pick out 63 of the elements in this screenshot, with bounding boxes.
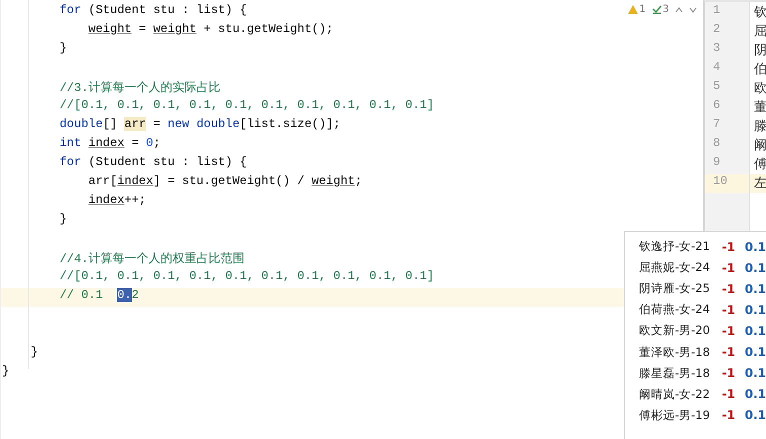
line-number: 7 bbox=[712, 117, 722, 133]
delta-value: -1 bbox=[722, 240, 736, 254]
code-line: index++; bbox=[88, 193, 146, 207]
student-name: 屈燕妮-女-24 bbox=[639, 260, 711, 276]
down-chevron-icon[interactable] bbox=[689, 6, 697, 12]
line-number: 4 bbox=[712, 60, 722, 76]
code-line: double[] arr = new double[list.size()]; bbox=[60, 117, 340, 131]
warning-count[interactable]: 1 bbox=[628, 4, 646, 15]
code-line: //[0.1, 0.1, 0.1, 0.1, 0.1, 0.1, 0.1, 0.1, 0.1, 0.1] bbox=[60, 98, 434, 112]
file-text: 屈 bbox=[754, 24, 766, 39]
check-icon bbox=[652, 5, 662, 14]
weight-value: 0.1 bbox=[744, 366, 766, 380]
code-line: } bbox=[60, 212, 67, 226]
weight-value: 0.1 bbox=[744, 324, 766, 338]
weight-value: 0.1 bbox=[744, 408, 766, 422]
line-number: 6 bbox=[712, 98, 722, 114]
weight-value: 0.1 bbox=[744, 282, 766, 296]
delta-value: -1 bbox=[722, 408, 736, 422]
warning-icon bbox=[628, 5, 638, 14]
code-line: for (Student stu : list) { bbox=[60, 3, 247, 17]
code-line: //4.计算每一个人的权重占比范围 bbox=[60, 251, 244, 267]
line-number: 5 bbox=[712, 79, 722, 95]
check-count[interactable]: 3 bbox=[652, 4, 669, 15]
delta-value: -1 bbox=[722, 282, 736, 296]
line-number: 1 bbox=[712, 3, 722, 19]
student-name: 傅彬远-男-19 bbox=[639, 408, 711, 423]
line-number: 8 bbox=[712, 136, 722, 152]
weight-value: 0.1 bbox=[744, 260, 766, 275]
code-line: // 0.1 0.2 bbox=[60, 288, 139, 302]
line-number: 2 bbox=[712, 22, 722, 38]
weight-value: 0.1 bbox=[744, 387, 766, 402]
delta-value: -1 bbox=[722, 345, 736, 360]
file-text: 伯 bbox=[754, 62, 766, 77]
delta-value: -1 bbox=[722, 324, 736, 338]
code-line: arr[index] = stu.getWeight() / weight; bbox=[88, 174, 362, 188]
student-name: 滕星磊-男-18 bbox=[639, 366, 711, 381]
file-text: 阴 bbox=[754, 43, 766, 58]
line-number: 3 bbox=[712, 41, 722, 57]
code-line: } bbox=[2, 364, 10, 378]
code-line: } bbox=[60, 41, 67, 55]
code-line: } bbox=[30, 345, 38, 359]
code-line: //[0.1, 0.1, 0.1, 0.1, 0.1, 0.1, 0.1, 0.1, 0.1, 0.1] bbox=[60, 269, 434, 283]
student-name: 欧文新-男-20 bbox=[639, 323, 711, 338]
line-number: 10 bbox=[705, 174, 749, 193]
student-name: 钦逸抒-女-21 bbox=[639, 239, 711, 254]
delta-value: -1 bbox=[722, 387, 736, 402]
up-chevron-icon[interactable] bbox=[675, 6, 683, 12]
code-line: for (Student stu : list) { bbox=[60, 155, 247, 169]
delta-value: -1 bbox=[722, 302, 736, 317]
file-text: 阚 bbox=[754, 138, 766, 153]
code-line: int index = 0; bbox=[60, 136, 160, 150]
weight-value: 0.1 bbox=[744, 240, 766, 254]
weight-value: 0.1 bbox=[744, 302, 766, 317]
student-name: 阚晴岚-女-22 bbox=[639, 386, 711, 402]
code-line: weight = weight + stu.getWeight(); bbox=[88, 22, 334, 36]
line-number: 9 bbox=[712, 155, 722, 171]
delta-value: -1 bbox=[722, 260, 736, 275]
weight-value: 0.1 bbox=[744, 345, 766, 360]
student-name: 阴诗雁-女-25 bbox=[639, 281, 711, 296]
student-name: 董泽欧-男-18 bbox=[639, 344, 711, 360]
student-name: 伯荷燕-女-24 bbox=[639, 302, 711, 318]
code-line: //3.计算每一个人的实际占比 bbox=[60, 80, 220, 96]
delta-value: -1 bbox=[722, 366, 736, 380]
